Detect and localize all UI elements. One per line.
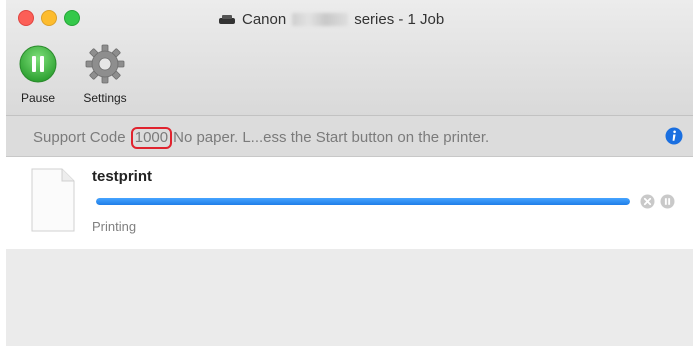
job-progress-bar [96,198,630,205]
cancel-job-icon[interactable] [640,194,655,209]
title-suffix: series - 1 Job [354,10,445,28]
settings-button[interactable]: Settings [70,44,140,105]
redacted-model-name [292,12,349,26]
title-bar: Canon series - 1 Job Pause Settings [6,0,693,116]
settings-label: Settings [83,91,127,105]
pause-button[interactable]: Pause [12,44,64,105]
status-message: Support Code 1000 No paper. L...ess the S… [33,127,489,149]
pause-icon [19,45,57,83]
window-controls [18,10,80,26]
close-window-button[interactable] [18,10,34,26]
job-name: testprint [92,168,152,185]
printer-icon [219,15,235,24]
pause-job-icon[interactable] [660,194,675,209]
status-bar: Support Code 1000 No paper. L...ess the S… [6,116,693,157]
gear-icon [85,44,125,84]
info-icon[interactable] [665,127,683,145]
support-code-value: 1000 [130,127,173,149]
pause-label: Pause [20,91,56,105]
support-code-prefix: Support Code [33,129,126,146]
zoom-window-button[interactable] [64,10,80,26]
title-prefix: Canon [242,10,287,28]
job-status: Printing [92,219,137,234]
job-list: testprint Printing [6,157,693,249]
job-progress-fill [96,198,630,205]
window-title: Canon series - 1 Job [218,9,444,29]
status-message-text: No paper. L...ess the Start button on th… [173,129,490,146]
document-icon [31,168,75,232]
print-queue-window: Canon series - 1 Job Pause Settings Supp… [6,0,693,346]
minimize-window-button[interactable] [41,10,57,26]
